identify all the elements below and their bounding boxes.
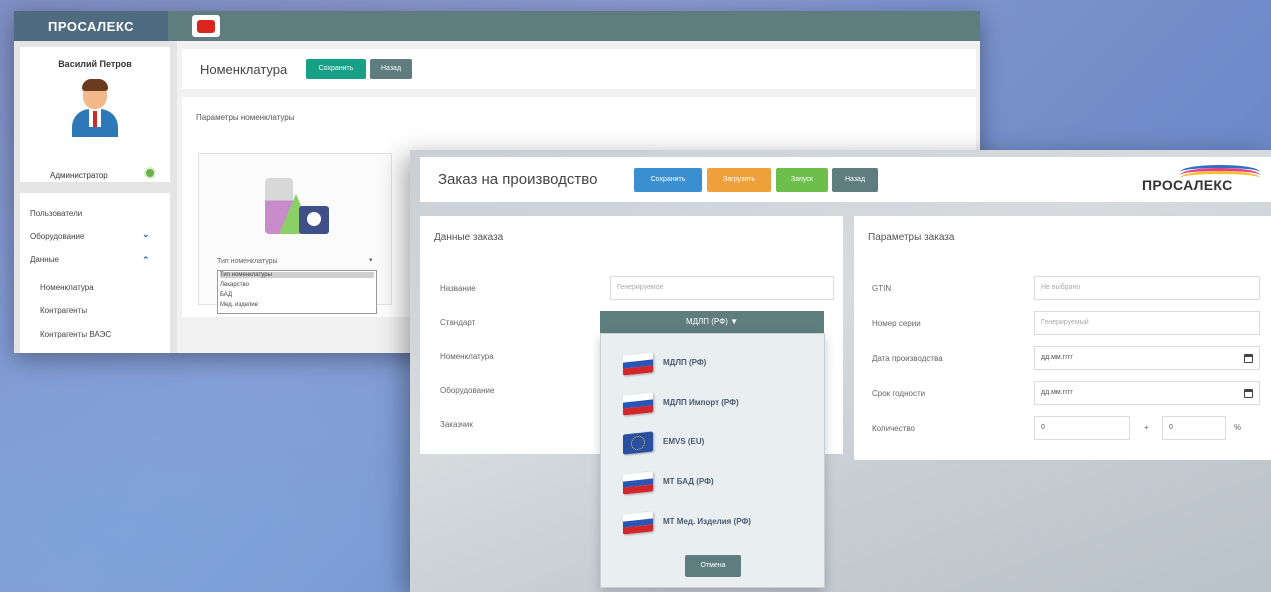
standard-select[interactable]: МДЛП (РФ) ▼: [600, 311, 824, 333]
sidebar-item-contractors[interactable]: Контрагенты: [40, 306, 87, 315]
save-button[interactable]: Сохранить: [306, 59, 366, 79]
percent-sign: %: [1234, 423, 1242, 432]
nomenclature-label: Номенклатура: [440, 352, 494, 361]
type-option[interactable]: Мед. изделие: [220, 302, 374, 308]
brand-logo: ПРОСАЛЕКС: [1142, 177, 1233, 193]
eu-flag-icon: [623, 431, 653, 455]
prod-date-label: Дата производства: [872, 354, 943, 363]
page-title: Номенклатура: [200, 62, 288, 77]
standard-option[interactable]: МТ БАД (РФ): [601, 465, 824, 499]
standard-dropdown: МДЛП (РФ) МДЛП Импорт (РФ) EMVS (EU) МТ …: [600, 333, 825, 588]
sidebar: Василий Петров Администратор Пользовател…: [14, 41, 177, 353]
type-select[interactable]: Тип номенклатуры: [217, 258, 278, 265]
save-button[interactable]: Сохранить: [634, 168, 702, 192]
expiry-input[interactable]: дд.мм.гггг: [1034, 381, 1260, 405]
panel-title: Параметры заказа: [868, 232, 955, 243]
standard-option[interactable]: МТ Мед. Изделия (РФ): [601, 505, 824, 539]
logo-box[interactable]: ПРОСАЛЕКС: [14, 11, 168, 41]
lab-flask-icon: [259, 174, 331, 238]
standard-option-label: МДЛП (РФ): [663, 358, 707, 367]
plus-sign: +: [1144, 423, 1149, 432]
settings-icon[interactable]: [144, 167, 156, 179]
gtin-label: GTIN: [872, 284, 892, 293]
standard-option[interactable]: МДЛП Импорт (РФ): [601, 386, 824, 420]
logo: ПРОСАЛЕКС: [47, 18, 134, 34]
sidebar-item-equipment[interactable]: Оборудование: [30, 232, 84, 241]
user-role: Администратор: [50, 171, 108, 180]
expiry-label: Срок годности: [872, 389, 926, 398]
gtin-input[interactable]: Не выбрано: [1034, 276, 1260, 300]
sidebar-item-data[interactable]: Данные: [30, 255, 59, 264]
type-dropdown: Тип номенклатуры Лекарство БАД Мед. изде…: [217, 270, 377, 314]
page-title: Заказ на производство: [438, 171, 598, 188]
production-order-window: Заказ на производство Сохранить Загрузит…: [410, 150, 1271, 592]
russia-flag-icon: [623, 392, 653, 416]
name-input[interactable]: Генерируемое: [610, 276, 834, 300]
standard-option-label: EMVS (EU): [663, 437, 705, 446]
caret-down-icon[interactable]: ▾: [369, 256, 373, 264]
russia-flag-icon: [623, 511, 653, 535]
russia-flag-icon: [623, 352, 653, 376]
standard-option[interactable]: EMVS (EU): [601, 425, 824, 459]
user-name: Василий Петров: [58, 59, 132, 69]
sidebar-item-nomenclature[interactable]: Номенклатура: [40, 283, 94, 292]
order-params-panel: Параметры заказа GTIN Не выбрано Номер с…: [854, 216, 1271, 460]
panel-title: Данные заказа: [434, 232, 504, 243]
percent-input[interactable]: 0: [1162, 416, 1226, 440]
profile-card: Василий Петров Администратор: [20, 47, 170, 182]
back-button[interactable]: Назад: [370, 59, 412, 79]
sidebar-menu: Пользователи Оборудование ⌄ Данные ⌃ Ном…: [20, 193, 170, 353]
sidebar-item-users[interactable]: Пользователи: [30, 209, 82, 218]
load-button[interactable]: Загрузить: [707, 168, 771, 192]
calendar-icon[interactable]: [1244, 389, 1253, 398]
youtube-icon[interactable]: [192, 15, 220, 37]
nomenclature-card: Тип номенклатуры ▾ Тип номенклатуры Лека…: [198, 153, 392, 314]
customer-label: Заказчик: [440, 420, 473, 429]
quantity-label: Количество: [872, 424, 915, 433]
order-header: Заказ на производство Сохранить Загрузит…: [420, 157, 1271, 202]
equipment-label: Оборудование: [440, 386, 495, 395]
russia-flag-icon: [623, 471, 653, 495]
standard-option-label: МДЛП Импорт (РФ): [663, 398, 739, 407]
name-label: Название: [440, 284, 476, 293]
type-option[interactable]: БАД: [220, 292, 374, 298]
standard-option-label: МТ Мед. Изделия (РФ): [663, 517, 751, 526]
standard-option[interactable]: МДЛП (РФ): [601, 346, 824, 380]
chevron-down-icon[interactable]: ⌄: [142, 229, 150, 240]
prod-date-input[interactable]: дд.мм.гггг: [1034, 346, 1260, 370]
serial-input[interactable]: Генерируемый: [1034, 311, 1260, 335]
standard-label: Стандарт: [440, 318, 476, 327]
standard-option-label: МТ БАД (РФ): [663, 477, 714, 486]
calendar-icon[interactable]: [1244, 354, 1253, 363]
expiry-value: дд.мм.гггг: [1041, 389, 1073, 396]
cancel-button[interactable]: Отмена: [685, 555, 741, 577]
quantity-input[interactable]: 0: [1034, 416, 1130, 440]
run-button[interactable]: Запуск: [776, 168, 828, 192]
chevron-up-icon[interactable]: ⌃: [142, 255, 150, 266]
type-option[interactable]: Лекарство: [220, 282, 374, 288]
serial-label: Номер серии: [872, 319, 921, 328]
back-button[interactable]: Назад: [832, 168, 878, 192]
prod-date-value: дд.мм.гггг: [1041, 354, 1073, 361]
sidebar-item-contractors-vaes[interactable]: Контрагенты ВАЭС: [40, 329, 120, 340]
page-header: Номенклатура Сохранить Назад: [182, 49, 976, 89]
params-label: Параметры номенклатуры: [196, 113, 295, 122]
avatar: [72, 79, 118, 137]
type-option[interactable]: Тип номенклатуры: [220, 272, 374, 278]
